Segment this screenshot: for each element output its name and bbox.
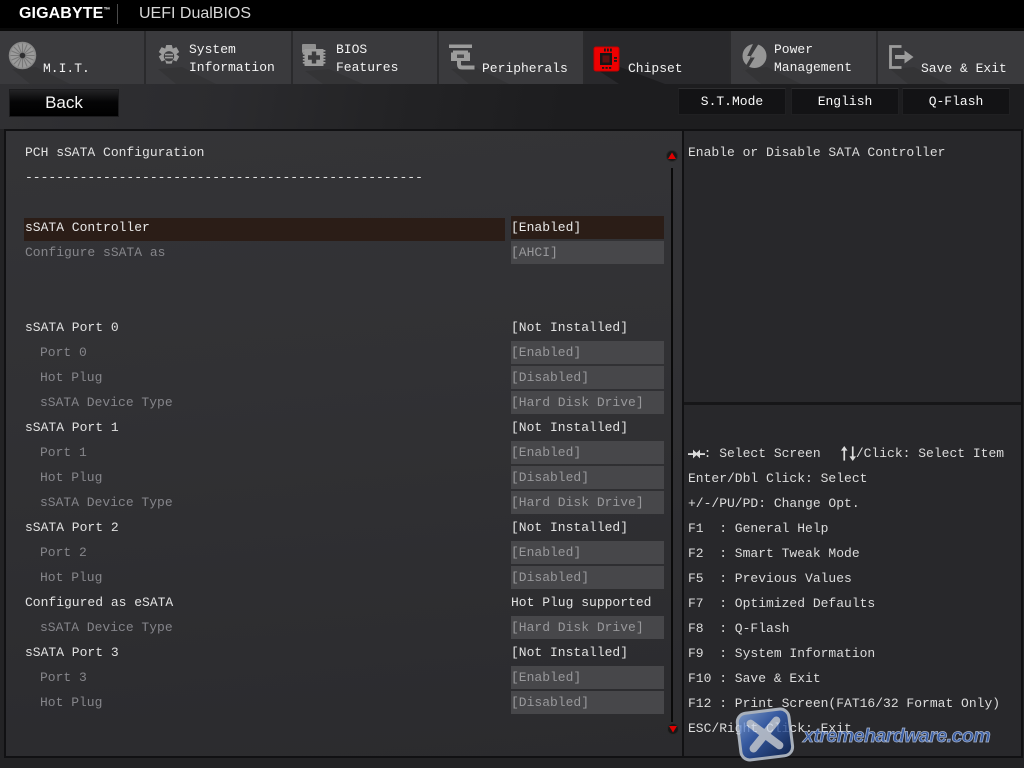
- svg-text:xtremehardware.com: xtremehardware.com: [802, 725, 990, 747]
